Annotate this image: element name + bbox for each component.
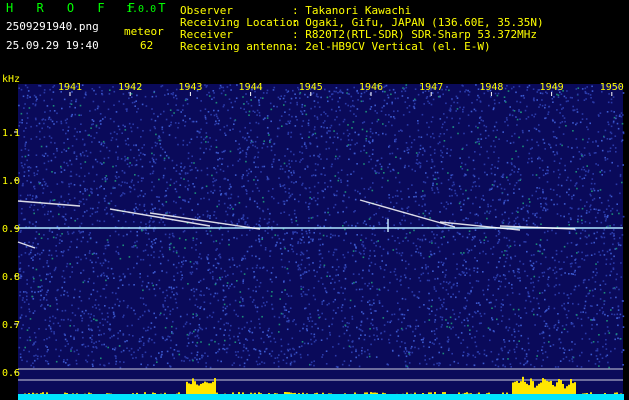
y-tick-label: 0.8 — [2, 272, 20, 283]
meteor-count: 62 — [140, 39, 154, 52]
file-name: 2509291940.png — [6, 20, 99, 33]
info-label: Receiving antenna — [180, 40, 293, 53]
x-tick-label: 1945 — [299, 82, 323, 93]
y-tick-label: 0.7 — [2, 320, 20, 331]
x-tick-label: 1950 — [600, 82, 624, 93]
header-panel: H R O F F T 1.0.0 2509291940.png 25.09.2… — [0, 0, 629, 72]
x-tick-label: 1946 — [359, 82, 383, 93]
y-tick-label: 1.0 — [2, 176, 20, 187]
x-tick-label: 1948 — [479, 82, 503, 93]
capture-datetime: 25.09.29 19:40 — [6, 39, 99, 52]
x-tick-label: 1944 — [239, 82, 263, 93]
x-tick-label: 1943 — [178, 82, 202, 93]
info-antenna: Receiving antenna: 2el-HB9CV Vertical (e… — [180, 40, 491, 53]
y-tick-label: 0.9 — [2, 224, 20, 235]
x-tick-label: 1941 — [58, 82, 82, 93]
y-axis-unit: kHz — [2, 74, 20, 85]
x-tick-label: 1947 — [419, 82, 443, 93]
meteor-label: meteor — [124, 25, 164, 38]
app-version: 1.0.0 — [126, 4, 157, 15]
x-tick-label: 1942 — [118, 82, 142, 93]
y-tick-label: 1.1 — [2, 128, 20, 139]
spectrogram-plot: kHz 1.1 1.0 0.9 0.8 0.7 0.6 1941 1942 1943 1944 194… — [0, 72, 629, 400]
info-value: : 2el-HB9CV Vertical (el. E-W) — [292, 40, 491, 53]
y-tick-label: 0.6 — [2, 368, 20, 379]
spectrogram: kHz 1.1 1.0 0.9 0.8 0.7 0.6 1941 1942 1943 1944 194… — [0, 72, 629, 400]
x-tick-label: 1949 — [540, 82, 564, 93]
